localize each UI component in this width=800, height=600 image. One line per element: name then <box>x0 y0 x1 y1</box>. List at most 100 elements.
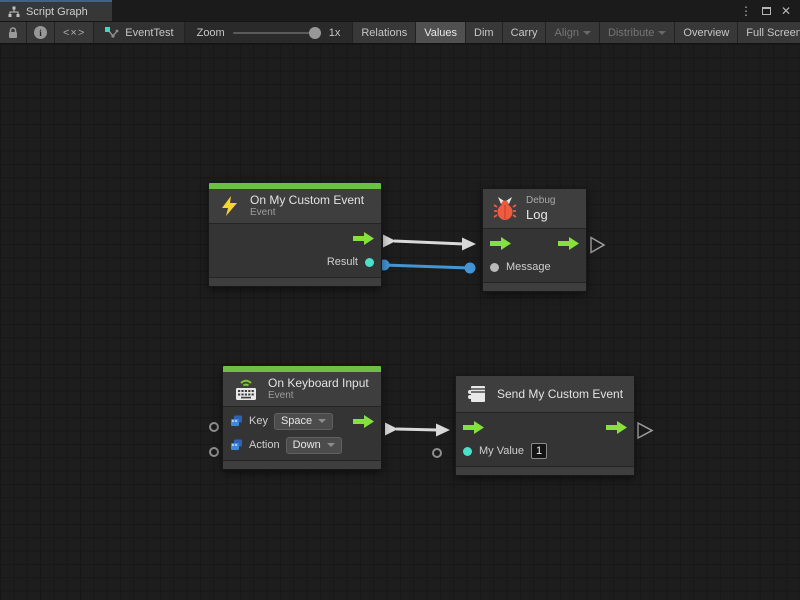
node-title: On My Custom Event <box>250 193 364 207</box>
graph-canvas[interactable]: On My Custom Event Event Result <box>0 44 800 600</box>
script-graph-window: Script Graph ⋮ ✕ i <×> <box>0 0 800 600</box>
window-menu-icon[interactable]: ⋮ <box>738 3 754 19</box>
port-row: Key Space <box>223 409 381 433</box>
node-send-my-custom-event[interactable]: Send My Custom Event My Value <box>455 375 635 476</box>
title-bar: Script Graph ⋮ ✕ <box>0 0 800 21</box>
port-row: My Value <box>456 439 634 463</box>
node-body: Message <box>483 228 586 283</box>
key-dropdown-value: Space <box>281 415 312 427</box>
node-footer <box>223 461 381 469</box>
graph-reference-button[interactable]: EventTest <box>94 22 184 43</box>
tab-script-graph[interactable]: Script Graph <box>0 0 112 21</box>
node-footer <box>456 467 634 475</box>
key-dropdown[interactable]: Space <box>274 413 333 430</box>
lock-icon <box>7 26 19 39</box>
graph-tab-icon <box>8 6 20 18</box>
chevron-down-icon <box>658 31 666 35</box>
node-title: Log <box>526 207 555 222</box>
code-preview-button[interactable]: <×> <box>55 22 94 43</box>
port-row: Result <box>209 250 381 274</box>
result-output-port[interactable] <box>365 258 374 267</box>
node-debug-log[interactable]: Debug Log Message <box>482 188 587 292</box>
window-controls: ⋮ ✕ <box>738 0 800 21</box>
distribute-label: Distribute <box>608 27 654 39</box>
value-connection-result-to-message[interactable] <box>384 265 470 268</box>
fullscreen-button[interactable]: Full Screen <box>738 22 800 43</box>
key-input-port[interactable] <box>209 422 219 432</box>
lightning-bolt-icon <box>219 195 241 217</box>
values-button[interactable]: Values <box>416 22 466 43</box>
flow-output-port[interactable] <box>353 232 374 245</box>
flow-connection-keyboard-to-send[interactable] <box>396 429 438 430</box>
value-connection-endpoint-icon <box>465 263 476 274</box>
flow-input-port[interactable] <box>463 421 484 434</box>
custom-event-machine-icon <box>466 384 488 404</box>
action-dropdown[interactable]: Down <box>286 437 342 454</box>
node-on-keyboard-input[interactable]: On Keyboard Input Event Key Space <box>222 365 382 470</box>
maximize-icon[interactable] <box>758 3 774 19</box>
flow-connection-custom-event-to-log[interactable] <box>394 241 464 244</box>
my-value-input-port[interactable] <box>432 448 442 458</box>
align-label: Align <box>554 27 578 39</box>
my-value-field[interactable] <box>531 443 547 459</box>
close-icon[interactable]: ✕ <box>778 3 794 19</box>
node-header: On Keyboard Input Event <box>223 372 381 406</box>
port-row <box>209 226 381 250</box>
lock-button[interactable] <box>0 22 27 43</box>
dim-button[interactable]: Dim <box>466 22 503 43</box>
node-footer <box>483 283 586 291</box>
port-label: My Value <box>479 445 524 457</box>
flow-connection-arrowhead-icon <box>462 238 476 251</box>
action-dropdown-value: Down <box>293 439 321 451</box>
port-row: Action Down <box>223 433 381 457</box>
maximize-glyph <box>762 7 771 15</box>
port-row: Message <box>483 255 586 279</box>
bug-icon <box>493 196 517 221</box>
action-input-port[interactable] <box>209 447 219 457</box>
node-body: Result <box>209 223 381 278</box>
port-label: Result <box>327 256 358 268</box>
flow-input-port[interactable] <box>490 237 511 250</box>
unconnected-flow-indicator-icon <box>591 238 604 253</box>
node-body: My Value <box>456 412 634 467</box>
chevron-down-icon <box>583 31 591 35</box>
port-label: Key <box>249 415 268 427</box>
chevron-down-icon <box>318 419 326 423</box>
graph-asset-icon <box>104 26 119 39</box>
carry-button[interactable]: Carry <box>503 22 547 43</box>
my-value-port[interactable] <box>463 447 472 456</box>
unconnected-flow-indicator-icon <box>638 423 652 438</box>
flow-output-port[interactable] <box>353 415 374 428</box>
port-label: Message <box>506 261 551 273</box>
node-subtitle: Event <box>268 390 369 402</box>
keyboard-icon <box>233 376 259 402</box>
node-on-my-custom-event[interactable]: On My Custom Event Event Result <box>208 182 382 287</box>
align-button[interactable]: Align <box>546 22 599 43</box>
node-title: On Keyboard Input <box>268 376 369 390</box>
zoom-control: Zoom 1x <box>185 22 353 43</box>
node-subtitle: Event <box>250 207 364 219</box>
graph-toolbar: i <×> EventTest Zoom 1x Relations Values <box>0 21 800 44</box>
toolbar-right-group: Relations Values Dim Carry Align Distrib… <box>352 22 800 43</box>
action-type-icon <box>230 439 243 451</box>
flow-output-port[interactable] <box>606 421 627 434</box>
relations-button[interactable]: Relations <box>353 22 416 43</box>
node-title: Send My Custom Event <box>497 387 623 401</box>
distribute-button[interactable]: Distribute <box>600 22 675 43</box>
zoom-label: Zoom <box>197 27 225 39</box>
tab-title: Script Graph <box>26 6 88 18</box>
connections-layer <box>0 44 800 600</box>
zoom-value: 1x <box>329 27 341 39</box>
message-input-port[interactable] <box>490 263 499 272</box>
port-row <box>483 231 586 255</box>
node-header: On My Custom Event Event <box>209 189 381 223</box>
inspect-button[interactable]: i <box>27 22 55 43</box>
node-category: Debug <box>526 195 555 207</box>
zoom-slider-handle[interactable] <box>309 27 321 39</box>
overview-button[interactable]: Overview <box>675 22 738 43</box>
node-footer <box>209 278 381 286</box>
port-row <box>456 415 634 439</box>
flow-output-port[interactable] <box>558 237 579 250</box>
keycode-type-icon <box>230 415 243 427</box>
zoom-slider[interactable] <box>233 32 321 34</box>
